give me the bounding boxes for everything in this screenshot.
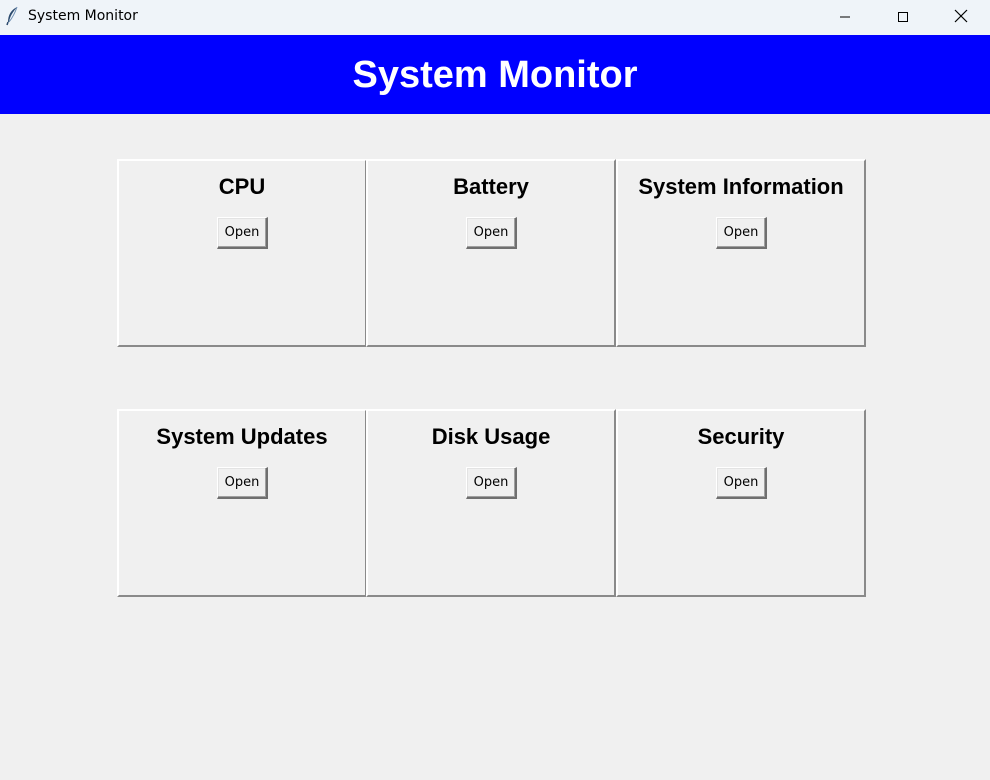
close-button[interactable] xyxy=(932,0,990,35)
panel-title: System Updates xyxy=(156,424,328,449)
panel-title: Battery xyxy=(453,174,529,199)
maximize-icon xyxy=(897,8,909,27)
panel-battery: Battery Open xyxy=(366,159,616,347)
panel-system-information: System Information Open xyxy=(616,159,866,347)
panel-title: CPU xyxy=(218,174,266,199)
panel-system-updates: System Updates Open xyxy=(117,409,367,597)
window-titlebar: System Monitor xyxy=(0,0,990,35)
close-icon xyxy=(954,8,968,27)
feather-icon xyxy=(5,6,21,26)
minimize-icon xyxy=(839,8,851,27)
panel-disk-usage: Disk Usage Open xyxy=(366,409,616,597)
header-banner: System Monitor xyxy=(0,35,990,114)
panel-cpu: CPU Open xyxy=(117,159,367,347)
open-cpu-button[interactable]: Open xyxy=(217,217,268,249)
open-security-button[interactable]: Open xyxy=(716,467,767,499)
panel-title: System Information xyxy=(638,174,844,199)
maximize-button[interactable] xyxy=(874,0,932,35)
panel-title: Security xyxy=(697,424,785,449)
minimize-button[interactable] xyxy=(816,0,874,35)
open-system-updates-button[interactable]: Open xyxy=(217,467,268,499)
page-title: System Monitor xyxy=(352,54,638,96)
window-title: System Monitor xyxy=(28,8,138,24)
open-disk-usage-button[interactable]: Open xyxy=(466,467,517,499)
panel-title: Disk Usage xyxy=(431,424,551,449)
panel-security: Security Open xyxy=(616,409,866,597)
open-system-information-button[interactable]: Open xyxy=(716,217,767,249)
open-battery-button[interactable]: Open xyxy=(466,217,517,249)
